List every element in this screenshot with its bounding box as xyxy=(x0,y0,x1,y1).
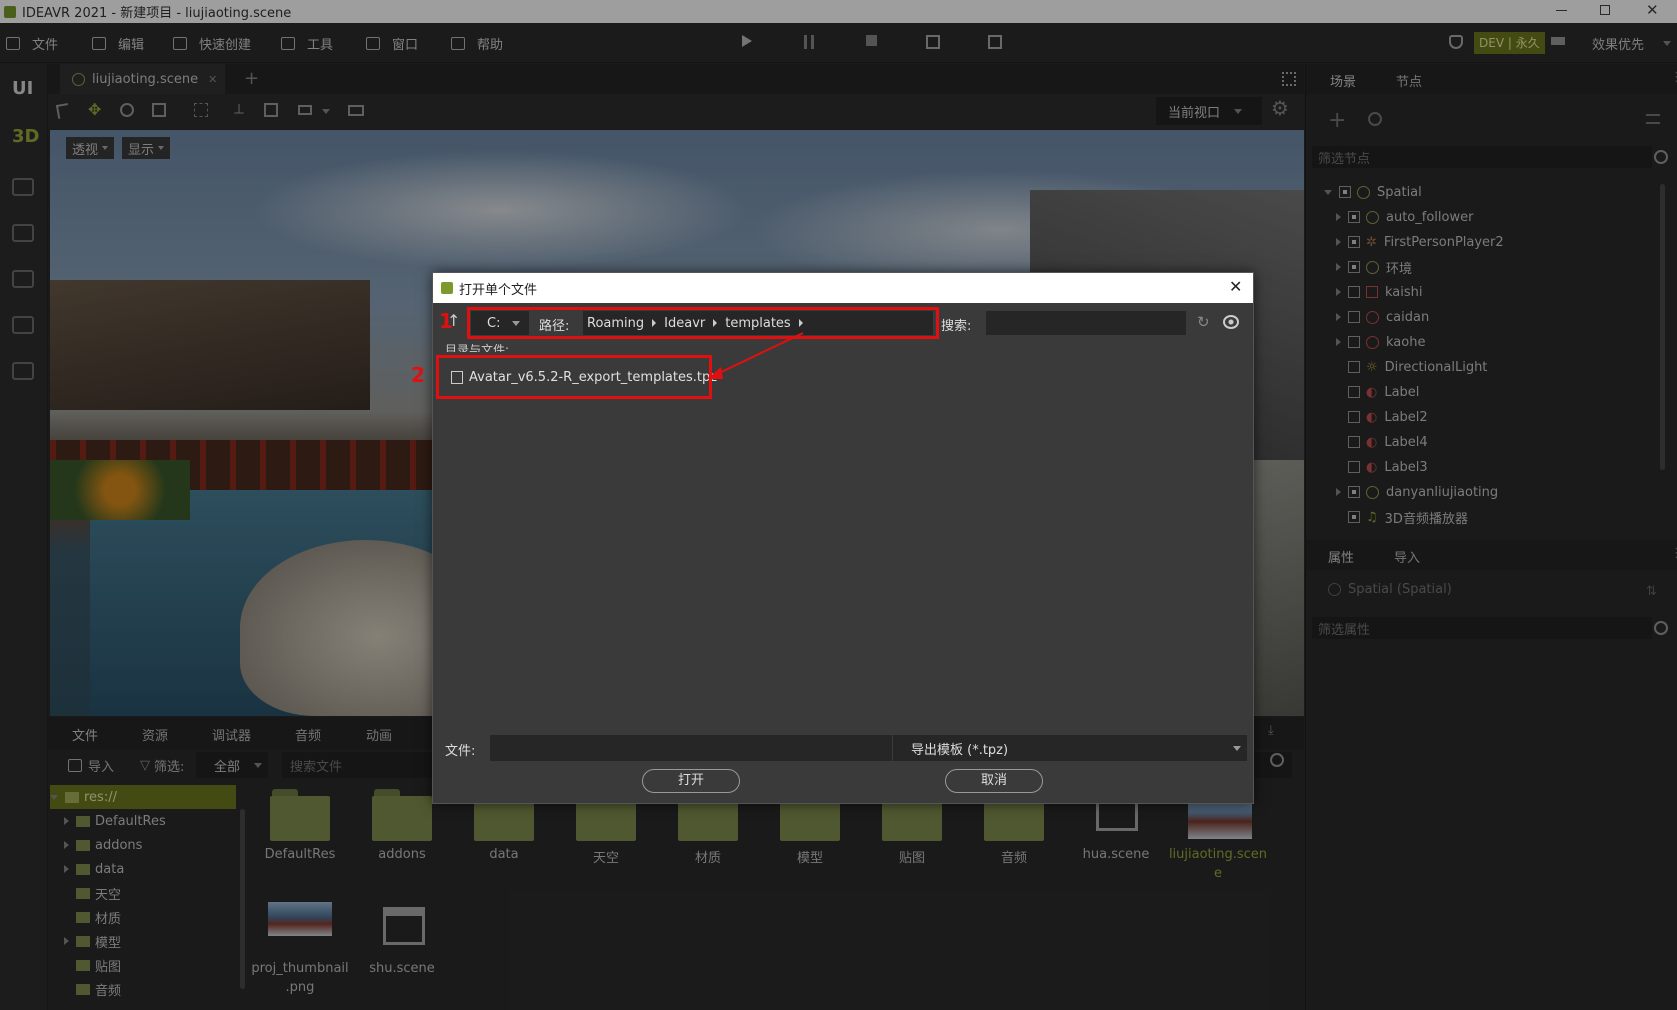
open-button[interactable]: 打开 xyxy=(642,769,740,793)
open-file-dialog: 打开单个文件 ✕ 1 ↑ C: 路径: Roaming Ideavr templ… xyxy=(411,272,1254,804)
highlight-box-2 xyxy=(436,355,712,399)
dialog-title: 打开单个文件 xyxy=(459,282,538,298)
file-name-input[interactable] xyxy=(490,735,892,761)
dialog-search-input[interactable] xyxy=(986,311,1186,335)
file-name-label: 文件: xyxy=(445,744,476,759)
chevron-down-icon xyxy=(1233,746,1241,751)
annotation-arrow xyxy=(707,332,804,379)
eye-icon[interactable] xyxy=(1223,315,1239,329)
refresh-icon[interactable]: ↻ xyxy=(1197,313,1210,331)
cancel-button[interactable]: 取消 xyxy=(945,769,1043,793)
search-label: 搜索: xyxy=(941,319,972,334)
step-marker-2: 2 xyxy=(411,363,425,387)
app-logo-icon xyxy=(441,282,453,294)
up-directory-icon[interactable]: ↑ xyxy=(447,311,460,330)
file-type-value: 导出模板 (*.tpz) xyxy=(911,742,1009,758)
dialog-title-bar: 打开单个文件 ✕ xyxy=(433,273,1253,303)
file-type-select[interactable]: 导出模板 (*.tpz) xyxy=(893,735,1247,761)
dialog-close-icon[interactable]: ✕ xyxy=(1229,277,1242,296)
